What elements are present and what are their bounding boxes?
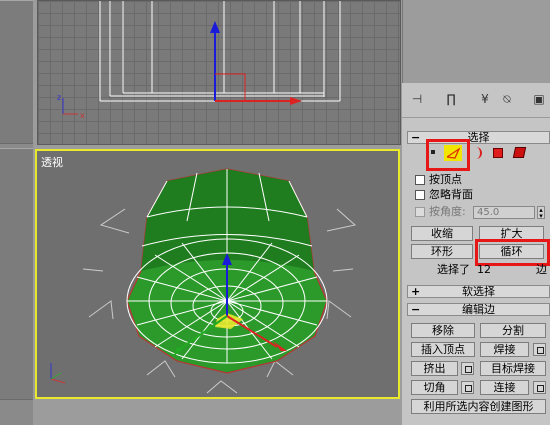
perspective-viewport[interactable]: 透视 (35, 149, 400, 399)
target-weld-button[interactable]: 目标焊接 (480, 361, 546, 376)
extrude-settings-icon[interactable] (461, 362, 474, 375)
selection-status-prefix: 选择了 (437, 263, 470, 276)
expand-icon: + (411, 285, 421, 298)
chamfer-settings-icon[interactable] (461, 381, 474, 394)
selection-status-suffix: 边 (536, 263, 547, 276)
spinner-arrows-icon[interactable]: ▴ ▾ (537, 206, 545, 220)
collapse-icon: − (411, 303, 421, 316)
remove-button[interactable]: 移除 (411, 323, 475, 338)
split-button[interactable]: 分割 (480, 323, 546, 338)
selection-count: 12 (477, 263, 491, 276)
by-vertex-checkbox[interactable] (415, 175, 425, 185)
angle-value: 45.0 (477, 207, 500, 218)
mesh-wireframe (50, 168, 357, 394)
weld-button[interactable]: 焊接 (480, 342, 529, 357)
extrude-button[interactable]: 挤出 (411, 361, 458, 376)
element-icon[interactable] (512, 147, 527, 158)
edit-edges-rollout-header[interactable]: − 编辑边 (407, 303, 550, 316)
ignore-backfacing-label: 忽略背面 (429, 188, 473, 201)
connect-settings-icon[interactable] (533, 381, 546, 394)
left-viewport-edge (0, 148, 33, 400)
fork-icon[interactable]: ¥ (476, 91, 494, 107)
border-icon[interactable] (472, 147, 482, 159)
angle-spinner[interactable]: 45.0 (473, 206, 535, 219)
pin-stack-icon[interactable]: ⊣ (408, 91, 426, 107)
highlight-edge-level (426, 139, 470, 171)
panel-toolbar: ⊣ ∏ ¥ ⍉ ▣ (402, 83, 550, 118)
axis-tripod (50, 363, 66, 384)
by-angle-label: 按角度: (429, 205, 466, 218)
front-viewport[interactable]: z x (37, 0, 401, 145)
left-viewport-edge (0, 0, 33, 144)
highlight-loop-button (475, 239, 550, 266)
ring-button[interactable]: 环形 (411, 244, 473, 259)
weld-settings-icon[interactable] (533, 343, 546, 356)
collapse-icon: − (411, 131, 421, 144)
svg-text:z: z (57, 93, 61, 102)
panel-top-area (402, 0, 550, 83)
insert-vertex-button[interactable]: 插入顶点 (411, 342, 475, 357)
svg-text:x: x (80, 111, 85, 120)
ignore-backfacing-checkbox[interactable] (415, 190, 425, 200)
rollout-title: 编辑边 (462, 303, 495, 316)
viewport-label[interactable]: 透视 (41, 154, 63, 170)
left-viewport-strip (0, 0, 33, 425)
shrink-button[interactable]: 收缩 (411, 226, 473, 241)
command-panel: ⊣ ∏ ¥ ⍉ ▣ − 选择 按顶点 忽略背面 按角度: 45.0 ▴ ▾ 收缩 … (402, 83, 550, 425)
front-view-wireframe: z x (57, 1, 341, 120)
soft-selection-rollout-header[interactable]: + 软选择 (407, 285, 550, 298)
axis-tripod: z x (57, 93, 85, 120)
rollout-title: 选择 (467, 131, 490, 144)
connect-button[interactable]: 连接 (480, 380, 529, 395)
lock-icon[interactable]: ⍉ (498, 91, 516, 107)
by-angle-checkbox[interactable] (415, 207, 425, 217)
chamfer-button[interactable]: 切角 (411, 380, 458, 395)
polygon-icon[interactable] (493, 148, 503, 158)
by-vertex-label: 按顶点 (429, 173, 462, 186)
create-shape-button[interactable]: 利用所选内容创建图形 (411, 399, 546, 414)
configure-icon[interactable]: ▣ (530, 91, 548, 107)
rollout-title: 软选择 (462, 285, 495, 298)
modifier-icon[interactable]: ∏ (442, 91, 460, 107)
